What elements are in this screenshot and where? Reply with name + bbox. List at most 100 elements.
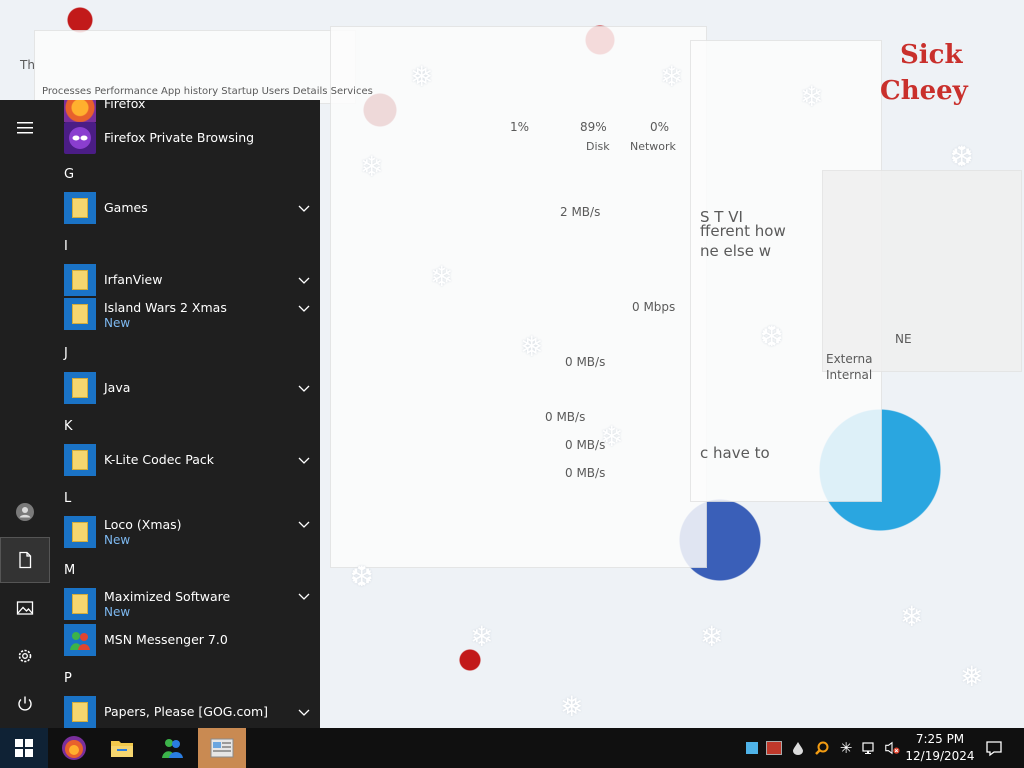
app-item-k-lite-codec-pack[interactable]: K-Lite Codec Pack [50, 442, 312, 478]
section-letter-j[interactable]: J [64, 346, 68, 361]
bg-text: ne else w [700, 242, 771, 260]
firefox-icon [64, 100, 96, 122]
documents-button[interactable] [0, 537, 50, 583]
volume-muted-icon[interactable] [884, 740, 900, 756]
tray-square-icon[interactable] [744, 740, 760, 756]
user-avatar-icon [16, 503, 34, 521]
start-menu-rail [0, 100, 50, 728]
bg-red-text: Cheey [880, 76, 968, 106]
section-letter-l[interactable]: L [64, 491, 71, 506]
background-side-panel [822, 170, 1022, 372]
firefox-private-icon [64, 122, 96, 154]
start-menu: Firefox Firefox Private Browsing G Games… [0, 100, 320, 728]
app-item-island-wars-2-xmas[interactable]: Island Wars 2 Xmas New [50, 298, 312, 334]
folder-icon [64, 298, 96, 330]
app-label: Maximized Software [104, 589, 231, 604]
notification-icon [986, 741, 1002, 757]
app-item-java[interactable]: Java [50, 370, 312, 406]
new-badge: New [104, 605, 131, 619]
app-label: Island Wars 2 Xmas [104, 300, 227, 315]
bg-text: c have to [700, 444, 770, 462]
tray-search-icon[interactable] [814, 740, 830, 756]
bg-text: Th [20, 58, 35, 72]
app-item-loco-xmas[interactable]: Loco (Xmas) New [50, 514, 312, 550]
chevron-down-icon [298, 709, 310, 716]
new-badge: New [104, 316, 131, 330]
taskbar-msn-messenger[interactable] [148, 728, 196, 768]
chevron-down-icon [298, 305, 310, 312]
start-button[interactable] [0, 728, 48, 768]
msn-messenger-icon [64, 624, 96, 656]
document-icon [19, 551, 32, 569]
background-task-manager [330, 26, 707, 568]
firefox-icon [62, 736, 86, 760]
chevron-down-icon [298, 457, 310, 464]
tray-app-icon[interactable] [766, 740, 782, 756]
app-label: Firefox Private Browsing [104, 130, 255, 145]
settings-gear-icon [18, 649, 32, 663]
tray-drop-icon[interactable] [790, 740, 806, 756]
new-badge: New [104, 533, 131, 547]
app-item-firefox-private-browsing[interactable]: Firefox Private Browsing [50, 120, 312, 156]
folder-icon [64, 588, 96, 620]
taskbar-file-explorer[interactable] [98, 728, 146, 768]
app-item-papers-please[interactable]: Papers, Please [GOG.com] [50, 694, 312, 728]
taskbar-active-app[interactable] [198, 728, 246, 768]
folder-icon [64, 444, 96, 476]
app-label: Papers, Please [GOG.com] [104, 704, 269, 719]
chevron-down-icon [298, 593, 310, 600]
clock-date: 12/19/2024 [905, 749, 975, 763]
bg-red-text: Sick [900, 40, 963, 70]
bg-text: NE [895, 332, 912, 346]
bg-text: 0 MB/s [565, 355, 606, 369]
notification-center-button[interactable] [975, 728, 1013, 768]
bg-text: Externa [826, 352, 873, 366]
bg-text: 1% [510, 120, 530, 134]
active-app-icon [210, 738, 234, 758]
folder-icon [64, 264, 96, 296]
folder-icon [64, 696, 96, 728]
app-item-msn-messenger[interactable]: MSN Messenger 7.0 [50, 622, 312, 658]
bg-text: 0% [650, 120, 670, 134]
user-account-button[interactable] [0, 489, 50, 535]
app-item-games[interactable]: Games [50, 190, 312, 226]
bg-text: 0 MB/s [545, 410, 586, 424]
taskbar: ✳ [0, 728, 1024, 768]
app-item-maximized-software[interactable]: Maximized Software New [50, 586, 312, 622]
pictures-icon [16, 601, 34, 615]
chevron-down-icon [298, 205, 310, 212]
windows-start-icon [15, 739, 33, 757]
settings-button[interactable] [0, 633, 50, 679]
bg-text: 0 MB/s [565, 466, 606, 480]
bg-text: 0 MB/s [565, 438, 606, 452]
bg-text: fferent how [700, 222, 786, 240]
folder-icon [64, 192, 96, 224]
app-label: MSN Messenger 7.0 [104, 632, 228, 647]
hamburger-menu-icon [17, 122, 33, 134]
app-item-irfanview[interactable]: IrfanView [50, 262, 312, 298]
app-label: Loco (Xmas) [104, 517, 182, 532]
bg-tabs-text: Processes Performance App history Startu… [42, 86, 373, 97]
section-letter-k[interactable]: K [64, 419, 73, 434]
taskbar-firefox[interactable] [50, 728, 98, 768]
section-letter-m[interactable]: M [64, 563, 75, 578]
app-label: Java [104, 380, 131, 395]
taskbar-clock[interactable]: 7:25 PM 12/19/2024 [905, 731, 975, 765]
folder-icon [64, 372, 96, 404]
msn-messenger-icon [162, 739, 183, 758]
bg-text: 0 Mbps [632, 300, 676, 314]
bg-text: 89% [580, 120, 607, 134]
network-icon[interactable] [862, 740, 878, 756]
bg-text: Network [630, 140, 676, 153]
section-letter-i[interactable]: I [64, 239, 68, 254]
chevron-down-icon [298, 277, 310, 284]
app-label: IrfanView [104, 272, 163, 287]
tray-snowflake-icon[interactable]: ✳ [838, 740, 854, 756]
expand-menu-button[interactable] [0, 105, 50, 151]
pictures-button[interactable] [0, 585, 50, 631]
power-button[interactable] [0, 681, 50, 727]
section-letter-g[interactable]: G [64, 167, 74, 182]
section-letter-p[interactable]: P [64, 671, 72, 686]
bg-text: Internal [826, 368, 873, 382]
app-list: Firefox Firefox Private Browsing G Games… [50, 100, 320, 728]
